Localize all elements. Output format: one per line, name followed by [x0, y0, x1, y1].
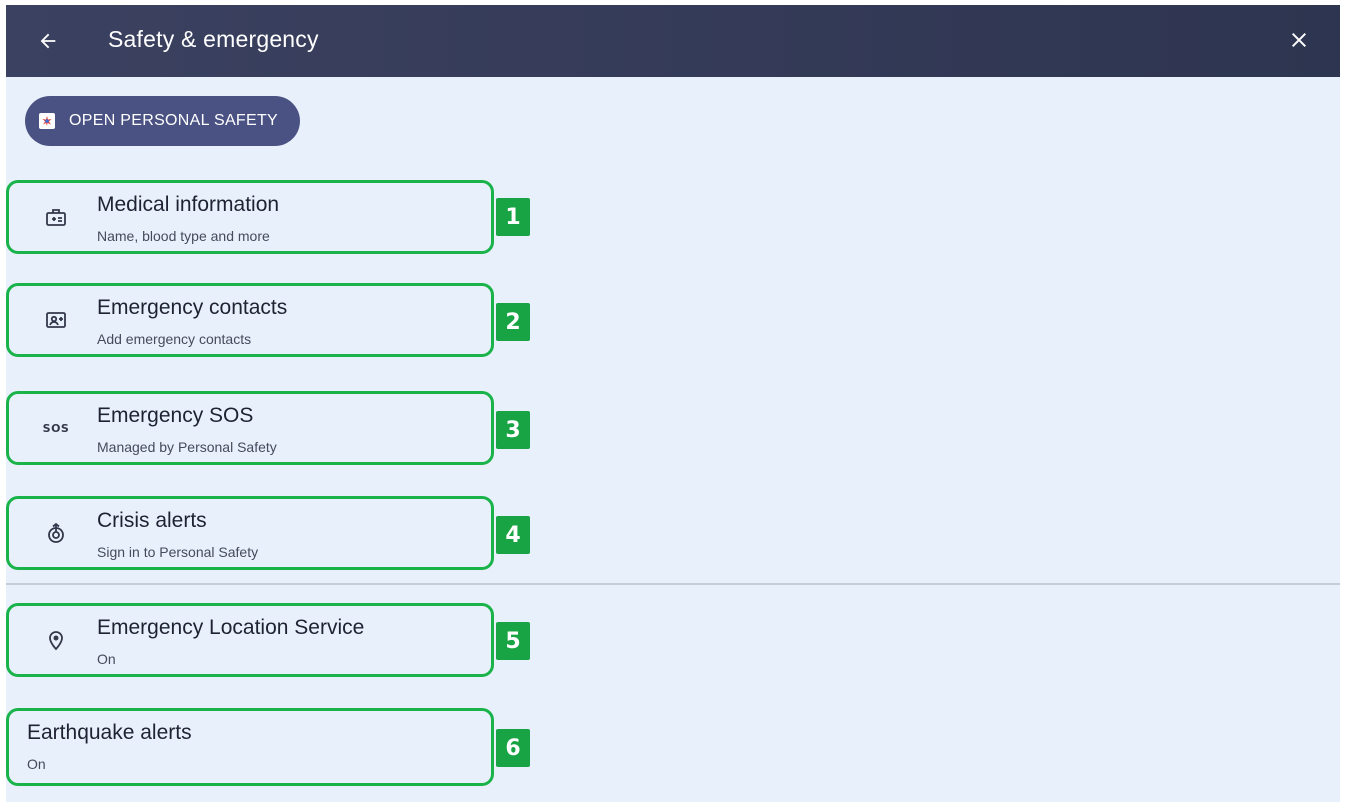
- annotation-badge-2: 2: [496, 303, 530, 341]
- emergency-location-service-status: On: [97, 651, 116, 667]
- crisis-alert-icon: [43, 520, 69, 546]
- annotation-badge-5: 5: [496, 622, 530, 660]
- close-button[interactable]: [1278, 19, 1320, 61]
- earthquake-alerts-item[interactable]: Earthquake alerts On: [6, 708, 494, 786]
- emergency-location-service-title: Emergency Location Service: [97, 616, 365, 639]
- section-divider: [6, 583, 1340, 585]
- medical-information-item[interactable]: Medical information Name, blood type and…: [6, 180, 494, 254]
- open-personal-safety-label: OPEN PERSONAL SAFETY: [69, 112, 279, 129]
- annotation-badge-3: 3: [496, 411, 530, 449]
- settings-screen: Safety & emergency OPEN PERSONAL SAFETY: [6, 5, 1340, 802]
- emergency-contacts-title: Emergency contacts: [97, 296, 288, 319]
- earthquake-alerts-title: Earthquake alerts: [27, 721, 192, 744]
- arrow-left-icon: [40, 33, 56, 49]
- emergency-location-service-item[interactable]: Emergency Location Service On: [6, 603, 494, 677]
- crisis-alerts-summary: Sign in to Personal Safety: [97, 544, 259, 560]
- medical-id-icon: [43, 204, 69, 230]
- crisis-alerts-item[interactable]: Crisis alerts Sign in to Personal Safety: [6, 496, 494, 570]
- annotation-badge-1: 1: [496, 198, 530, 236]
- emergency-sos-item[interactable]: SOS Emergency SOS Managed by Personal Sa…: [6, 391, 494, 465]
- back-button[interactable]: [28, 21, 68, 61]
- location-pin-icon: [43, 627, 69, 653]
- emergency-sos-title: Emergency SOS: [97, 404, 254, 427]
- annotation-badge-4: 4: [496, 516, 530, 554]
- medical-information-summary: Name, blood type and more: [97, 228, 270, 244]
- earthquake-alerts-status: On: [27, 756, 46, 772]
- emergency-contacts-item[interactable]: Emergency contacts Add emergency contact…: [6, 283, 494, 357]
- emergency-sos-summary: Managed by Personal Safety: [97, 439, 277, 455]
- sos-icon: SOS: [42, 421, 70, 435]
- page-title: Safety & emergency: [108, 26, 319, 52]
- crisis-alerts-title: Crisis alerts: [97, 509, 207, 532]
- annotation-badge-6: 6: [496, 729, 530, 767]
- emergency-contacts-summary: Add emergency contacts: [97, 331, 252, 347]
- open-personal-safety-button[interactable]: OPEN PERSONAL SAFETY: [25, 96, 301, 146]
- personal-safety-app-icon: [39, 113, 55, 129]
- close-icon: [1292, 33, 1306, 47]
- contact-card-icon: [43, 307, 69, 333]
- medical-information-title: Medical information: [97, 193, 280, 216]
- top-app-bar: Safety & emergency: [6, 5, 1340, 77]
